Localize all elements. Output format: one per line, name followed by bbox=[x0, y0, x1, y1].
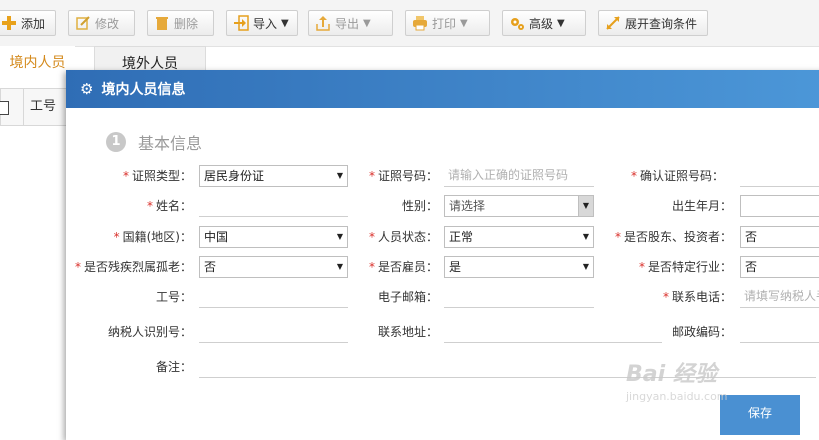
print-label: 打印 bbox=[432, 16, 457, 31]
taxpayer-id-input[interactable] bbox=[199, 321, 348, 343]
disabled-select[interactable]: 否 ▼ bbox=[199, 256, 348, 278]
employee-label: * 是否雇员： bbox=[368, 260, 438, 274]
section-number: 1 bbox=[106, 132, 126, 152]
taxpayer-id-label: 纳税人识别号： bbox=[107, 325, 192, 339]
address-input[interactable] bbox=[444, 321, 662, 343]
birth-label: 出生年月： bbox=[671, 199, 732, 213]
printer-icon bbox=[412, 15, 428, 31]
delete-label: 删除 bbox=[174, 16, 199, 31]
nationality-label: * 国籍(地区)： bbox=[113, 230, 192, 244]
special-industry-select[interactable]: 否 bbox=[740, 256, 819, 278]
export-label: 导出 bbox=[335, 16, 360, 31]
nationality-select[interactable]: 中国 ▼ bbox=[199, 226, 348, 248]
chevron-down-icon: ▼ bbox=[336, 171, 344, 180]
gear-icon: ⚙ bbox=[80, 80, 94, 98]
expand-arrows-icon bbox=[605, 15, 621, 31]
chevron-down-icon: ▼ bbox=[578, 196, 593, 216]
advanced-label: 高级 bbox=[529, 16, 554, 31]
grid-header: 工号 bbox=[0, 88, 70, 126]
add-label: 添加 bbox=[21, 16, 46, 31]
trash-icon bbox=[154, 15, 170, 31]
dropdown-arrow-icon: ▼ bbox=[281, 17, 289, 29]
postcode-label: 邮政编码： bbox=[671, 325, 732, 339]
phone-input[interactable]: 请填写纳税人手 bbox=[740, 286, 819, 308]
dropdown-arrow-icon: ▼ bbox=[460, 17, 468, 29]
grid-body bbox=[0, 126, 66, 428]
employee-select[interactable]: 是 ▼ bbox=[444, 256, 594, 278]
id-type-label: * 证照类型： bbox=[122, 169, 192, 183]
delete-button[interactable]: 删除 bbox=[147, 10, 214, 36]
name-label: * 姓名： bbox=[146, 199, 192, 213]
export-button[interactable]: 导出 ▼ bbox=[308, 10, 393, 36]
advanced-button[interactable]: 高级 ▼ bbox=[502, 10, 586, 36]
email-label: 电子邮箱： bbox=[377, 290, 438, 304]
confirm-id-label: * 确认证照号码： bbox=[630, 169, 724, 183]
import-button[interactable]: 导入 ▼ bbox=[226, 10, 298, 36]
id-number-input[interactable]: 请输入正确的证照号码 bbox=[444, 165, 594, 187]
id-type-select[interactable]: 居民身份证 ▼ bbox=[199, 165, 348, 187]
dropdown-arrow-icon: ▼ bbox=[363, 17, 371, 29]
dialog-title-bar[interactable]: ⚙ 境内人员信息 bbox=[66, 70, 819, 108]
edit-icon bbox=[75, 15, 91, 31]
employee-id-label: 工号： bbox=[155, 290, 192, 304]
remark-input[interactable] bbox=[199, 356, 816, 378]
status-label: * 人员状态： bbox=[368, 230, 438, 244]
edit-button[interactable]: 修改 bbox=[68, 10, 135, 36]
remark-label: 备注： bbox=[155, 360, 192, 374]
birth-input[interactable] bbox=[740, 195, 819, 217]
shareholder-label: * 是否股东、投资者： bbox=[614, 230, 732, 244]
phone-label: * 联系电话： bbox=[662, 290, 732, 304]
import-icon bbox=[233, 15, 249, 31]
address-label: 联系地址： bbox=[377, 325, 438, 339]
section-header: 1 基本信息 bbox=[106, 130, 202, 154]
expand-query-label: 展开查询条件 bbox=[625, 16, 698, 31]
confirm-id-input[interactable] bbox=[740, 165, 819, 187]
select-all-checkbox[interactable] bbox=[0, 101, 9, 115]
tab-domestic[interactable]: 境内人员 bbox=[0, 46, 75, 80]
chevron-down-icon: ▼ bbox=[336, 232, 344, 241]
dialog-title: 境内人员信息 bbox=[101, 82, 186, 98]
add-button[interactable]: 添加 bbox=[0, 10, 56, 36]
print-button[interactable]: 打印 ▼ bbox=[405, 10, 490, 36]
column-employee-id[interactable]: 工号 bbox=[23, 89, 56, 125]
email-input[interactable] bbox=[444, 286, 594, 308]
dropdown-arrow-icon: ▼ bbox=[557, 17, 565, 29]
expand-query-button[interactable]: 展开查询条件 bbox=[598, 10, 708, 36]
section-title: 基本信息 bbox=[138, 134, 203, 153]
toolbar: 添加 修改 删除 导入 ▼ 导出 ▼ 打印 ▼ 高级 ▼ 展开查询条件 bbox=[0, 0, 819, 47]
save-button[interactable]: 保存 bbox=[720, 395, 800, 435]
gears-icon bbox=[509, 15, 525, 31]
postcode-input[interactable] bbox=[740, 321, 819, 343]
id-number-label: * 证照号码： bbox=[368, 169, 438, 183]
name-input[interactable] bbox=[199, 195, 348, 217]
employee-id-input[interactable] bbox=[199, 286, 348, 308]
chevron-down-icon: ▼ bbox=[582, 262, 590, 271]
shareholder-select[interactable]: 否 bbox=[740, 226, 819, 248]
import-label: 导入 bbox=[253, 16, 278, 31]
chevron-down-icon: ▼ bbox=[336, 262, 344, 271]
special-industry-label: * 是否特定行业： bbox=[638, 260, 732, 274]
status-select[interactable]: 正常 ▼ bbox=[444, 226, 594, 248]
chevron-down-icon: ▼ bbox=[582, 232, 590, 241]
disabled-label: * 是否残疾烈属孤老： bbox=[74, 260, 192, 274]
edit-label: 修改 bbox=[95, 16, 120, 31]
gender-label: 性别： bbox=[401, 199, 438, 213]
gender-select[interactable]: 请选择 ▼ bbox=[444, 195, 594, 217]
export-icon bbox=[315, 15, 331, 31]
watermark-url: jingyan.baidu.com bbox=[626, 390, 728, 403]
plus-icon bbox=[1, 15, 17, 31]
watermark-logo: Bai 经验 bbox=[626, 362, 717, 387]
